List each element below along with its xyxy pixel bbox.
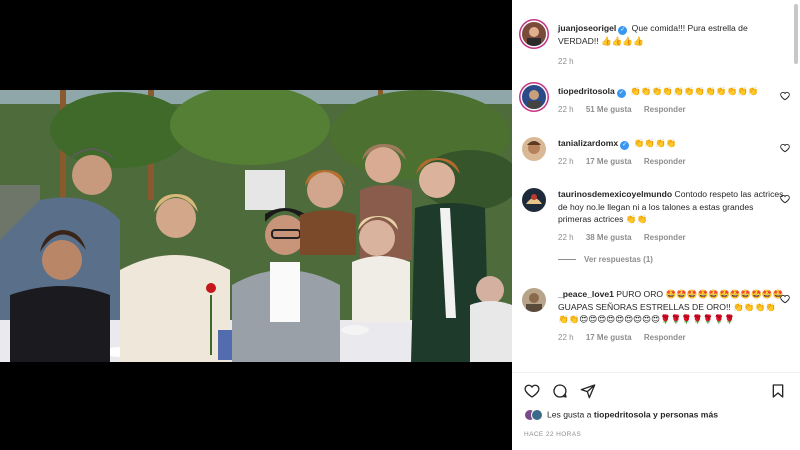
comment-time: 22 h bbox=[558, 105, 574, 114]
comment-time: 22 h bbox=[558, 232, 574, 242]
avatar[interactable] bbox=[522, 137, 546, 161]
comment-item: tanializardomx ✓ 👏👏👏👏 22 h 17 Me gusta Re… bbox=[522, 137, 790, 169]
verified-badge-icon: ✓ bbox=[616, 89, 626, 98]
comments-panel: juanjoseorigel ✓ Que comida!!! Pura estre… bbox=[512, 0, 800, 450]
post-date: HACE 22 HORAS bbox=[524, 431, 582, 438]
like-heart-icon[interactable] bbox=[524, 383, 540, 399]
comment-likes[interactable]: 17 Me gusta bbox=[586, 333, 632, 342]
likes-suffix[interactable]: y personas más bbox=[653, 409, 718, 419]
likes-user[interactable]: tiopedritosola bbox=[594, 409, 651, 419]
comment-time: 22 h bbox=[558, 56, 574, 66]
view-replies-button[interactable]: Ver respuestas (1) bbox=[558, 254, 784, 267]
verified-badge-icon: ✓ bbox=[620, 141, 630, 150]
avatar[interactable] bbox=[522, 22, 546, 46]
replies-divider bbox=[558, 259, 576, 261]
avatar[interactable] bbox=[522, 85, 546, 109]
comment-icon[interactable] bbox=[552, 383, 568, 399]
heart-icon[interactable] bbox=[780, 91, 790, 101]
comment-time: 22 h bbox=[558, 157, 574, 166]
comment-likes[interactable]: 51 Me gusta bbox=[586, 105, 632, 114]
comment-likes[interactable]: 38 Me gusta bbox=[586, 233, 632, 242]
comment-text: 👏👏👏👏 bbox=[633, 138, 677, 148]
post-media-pane bbox=[0, 0, 512, 450]
heart-icon[interactable] bbox=[780, 143, 790, 153]
reply-button[interactable]: Responder bbox=[644, 233, 686, 242]
liker-avatar[interactable] bbox=[531, 409, 543, 421]
verified-badge-icon: ✓ bbox=[618, 26, 628, 35]
view-replies-label: Ver respuestas (1) bbox=[584, 255, 653, 264]
bookmark-icon[interactable] bbox=[770, 383, 786, 399]
likes-summary: Les gusta a tiopedritosola y personas má… bbox=[524, 409, 718, 421]
heart-icon[interactable] bbox=[780, 294, 790, 304]
comment-likes[interactable]: 17 Me gusta bbox=[586, 157, 632, 166]
reply-button[interactable]: Responder bbox=[644, 333, 686, 342]
comment-item: tiopedritosola ✓ 👏👏👏👏👏👏👏👏👏👏👏👏 22 h 51 Me … bbox=[522, 85, 790, 117]
reply-button[interactable]: Responder bbox=[644, 105, 686, 114]
post-photo[interactable] bbox=[0, 90, 512, 362]
comment-time: 22 h bbox=[558, 332, 574, 342]
comment-username[interactable]: _peace_love1 bbox=[558, 289, 614, 299]
comment-item: juanjoseorigel ✓ Que comida!!! Pura estre… bbox=[522, 22, 784, 68]
avatar[interactable] bbox=[522, 188, 546, 212]
photo-illustration bbox=[0, 90, 512, 362]
comment-text: 👏👏👏👏👏👏👏👏👏👏👏👏 bbox=[630, 86, 759, 96]
avatar[interactable] bbox=[522, 288, 546, 312]
reply-button[interactable]: Responder bbox=[644, 157, 686, 166]
post-actions-bar: Les gusta a tiopedritosola y personas má… bbox=[512, 372, 800, 450]
comment-username[interactable]: tiopedritosola bbox=[558, 86, 615, 96]
comments-scrollbar[interactable] bbox=[794, 0, 798, 378]
comment-item: taurinosdemexicoyelmundo Contodo respeto… bbox=[522, 188, 790, 267]
comment-item: _peace_love1 PURO ORO 🤩🤩🤩🤩🤩🤩🤩🤩🤩🤩🤩 GUAPAS… bbox=[522, 288, 790, 344]
share-icon[interactable] bbox=[580, 383, 596, 399]
heart-icon[interactable] bbox=[780, 194, 790, 204]
likes-prefix: Les gusta a bbox=[547, 409, 592, 420]
comment-username[interactable]: tanializardomx bbox=[558, 138, 618, 148]
comment-username[interactable]: juanjoseorigel bbox=[558, 23, 616, 33]
comment-username[interactable]: taurinosdemexicoyelmundo bbox=[558, 189, 672, 199]
scrollbar-thumb[interactable] bbox=[794, 4, 798, 64]
